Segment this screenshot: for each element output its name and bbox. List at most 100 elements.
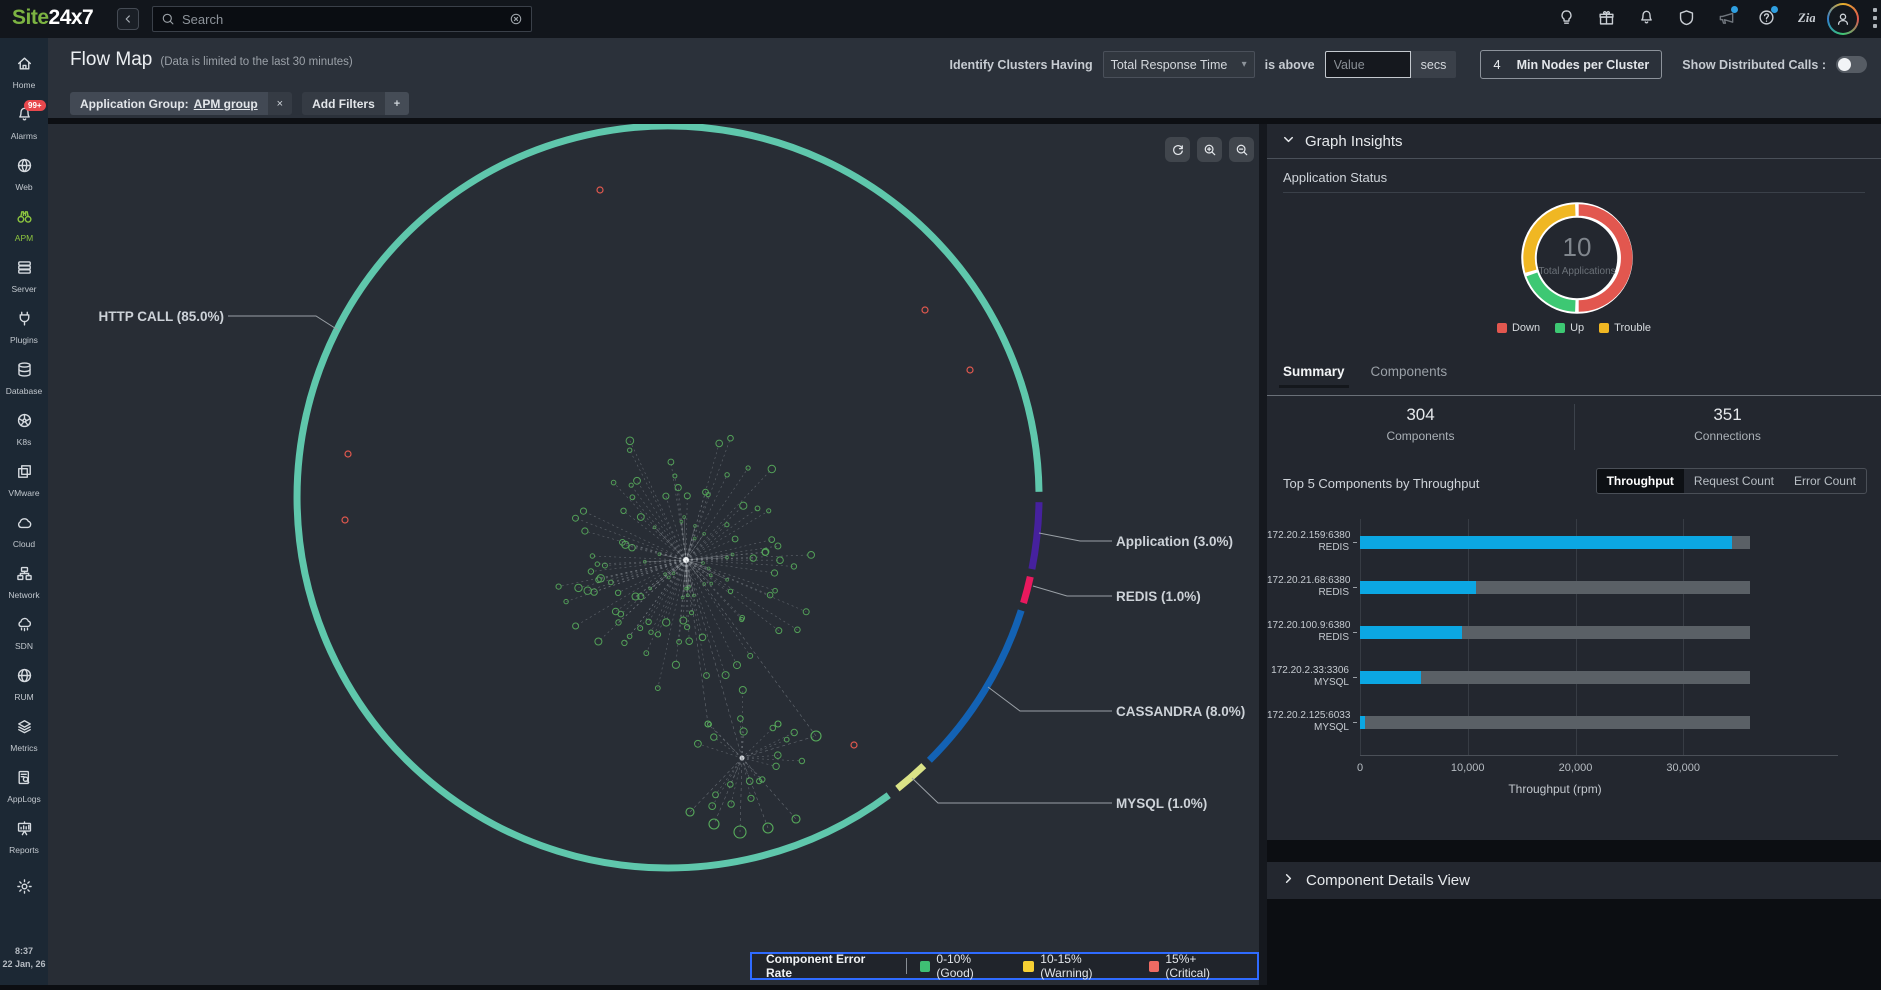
user-avatar[interactable]: [1827, 3, 1859, 35]
mode-error-count[interactable]: Error Count: [1784, 469, 1866, 493]
sidebar-item-applogs[interactable]: AppLogs: [0, 761, 48, 812]
add-filter-button[interactable]: +: [385, 92, 409, 115]
tab-summary[interactable]: Summary: [1283, 364, 1345, 388]
sidebar-item-database[interactable]: Database: [0, 353, 48, 404]
component-node[interactable]: [629, 483, 633, 487]
bar-row[interactable]: 172.20.2.159:6380REDIS: [1267, 525, 1865, 561]
sidebar-item-plugins[interactable]: Plugins: [0, 302, 48, 353]
divider: [906, 958, 907, 974]
bar-value[interactable]: [1360, 671, 1421, 684]
sidebar-item-rum[interactable]: RUM: [0, 659, 48, 710]
site24x7-logo[interactable]: Site24x7: [12, 6, 93, 30]
sidebar-item-home[interactable]: Home: [0, 47, 48, 98]
component-node[interactable]: [757, 779, 762, 784]
sidebar-item-network[interactable]: Network: [0, 557, 48, 608]
component-node[interactable]: [591, 589, 597, 595]
min-nodes-control[interactable]: 4 Min Nodes per Cluster: [1480, 50, 1662, 79]
sidebar-item-vmware[interactable]: VMware: [0, 455, 48, 506]
sidebar-item-k8s[interactable]: K8s: [0, 404, 48, 455]
error-component-node[interactable]: [342, 517, 348, 523]
zia-icon[interactable]: Zia: [1798, 9, 1815, 26]
sidebar-item-web[interactable]: Web: [0, 149, 48, 200]
bar-value[interactable]: [1360, 626, 1462, 639]
mode-request-count[interactable]: Request Count: [1684, 469, 1784, 493]
bar-row[interactable]: 172.20.21.68:6380REDIS: [1267, 570, 1865, 606]
sidebar-item-alarms[interactable]: Alarms99+: [0, 98, 48, 149]
sidebar-item-server[interactable]: Server: [0, 251, 48, 302]
shield-icon[interactable]: [1678, 9, 1695, 26]
flow-arc-http-call[interactable]: [297, 126, 1039, 868]
bell-icon[interactable]: [1638, 9, 1655, 26]
component-node[interactable]: [556, 584, 561, 589]
flow-arc-redis[interactable]: [1024, 577, 1031, 603]
gift-icon[interactable]: [1598, 9, 1615, 26]
component-node[interactable]: [667, 576, 670, 579]
panel-splitter[interactable]: [1259, 124, 1267, 985]
component-node[interactable]: [638, 626, 643, 631]
bar-value[interactable]: [1360, 536, 1732, 549]
error-component-node[interactable]: [922, 307, 928, 313]
component-details-view-header[interactable]: Component Details View: [1267, 862, 1881, 899]
component-node[interactable]: [775, 721, 781, 727]
sidebar-collapse-button[interactable]: [117, 8, 139, 30]
error-component-node[interactable]: [967, 367, 973, 373]
flow-arc-application[interactable]: [1032, 502, 1039, 569]
component-node[interactable]: [740, 502, 747, 509]
error-component-node[interactable]: [851, 742, 857, 748]
application-group-filter-chip[interactable]: Application Group:APM group ×: [70, 92, 292, 115]
bar-row[interactable]: 172.20.2.125:6033MYSQL: [1267, 705, 1865, 741]
sidebar-item-cloud[interactable]: Cloud: [0, 506, 48, 557]
remove-filter-button[interactable]: ×: [268, 92, 292, 115]
megaphone-icon[interactable]: [1718, 9, 1735, 26]
component-node[interactable]: [767, 509, 771, 513]
add-filters-chip[interactable]: Add Filters +: [302, 92, 409, 115]
flow-map-canvas[interactable]: HTTP CALL (85.0%)Application (3.0%)REDIS…: [48, 124, 1259, 985]
sidebar-item-sdn[interactable]: SDN: [0, 608, 48, 659]
component-node[interactable]: [748, 795, 754, 801]
error-component-node[interactable]: [597, 187, 603, 193]
component-node[interactable]: [709, 803, 716, 810]
component-node[interactable]: [655, 686, 660, 691]
bar-row[interactable]: 172.20.2.33:3306MYSQL: [1267, 660, 1865, 696]
component-node[interactable]: [750, 555, 756, 561]
refresh-button[interactable]: [1165, 137, 1190, 162]
bar-row[interactable]: 172.20.100.9:6380REDIS: [1267, 615, 1865, 651]
right-edge-menu[interactable]: [1872, 8, 1878, 28]
filter-group-value[interactable]: APM group: [194, 97, 258, 111]
bar-value[interactable]: [1360, 581, 1476, 594]
component-node[interactable]: [695, 740, 702, 747]
search-input[interactable]: [182, 12, 502, 27]
component-node[interactable]: [762, 549, 768, 555]
bar-value[interactable]: [1360, 716, 1365, 729]
component-node[interactable]: [767, 592, 773, 598]
sidebar-item-settings[interactable]: [0, 863, 48, 914]
show-distributed-toggle[interactable]: [1836, 56, 1867, 73]
component-node[interactable]: [655, 632, 660, 637]
component-node[interactable]: [769, 537, 775, 543]
bulb-icon[interactable]: [1558, 9, 1575, 26]
zoom-out-button[interactable]: [1229, 137, 1254, 162]
tab-components[interactable]: Components: [1371, 364, 1448, 388]
mode-throughput[interactable]: Throughput: [1597, 469, 1684, 493]
graph-insights-header[interactable]: Graph Insights: [1267, 124, 1881, 159]
search-clear-icon[interactable]: [509, 12, 523, 26]
x-axis: [1360, 755, 1838, 756]
help-icon[interactable]: [1758, 9, 1775, 26]
component-node[interactable]: [672, 661, 679, 668]
flow-edge: [666, 496, 686, 560]
component-node[interactable]: [618, 611, 624, 617]
component-node[interactable]: [637, 514, 644, 521]
threshold-value-input[interactable]: [1325, 51, 1411, 78]
flow-edge: [742, 758, 768, 828]
donut-segment-up[interactable]: [1532, 274, 1575, 306]
component-node[interactable]: [595, 562, 599, 566]
zoom-in-button[interactable]: [1197, 137, 1222, 162]
sidebar-item-reports[interactable]: Reports: [0, 812, 48, 863]
flow-edge: [742, 758, 796, 819]
component-node[interactable]: [784, 737, 789, 742]
metric-select[interactable]: Total Response Time ▾: [1103, 51, 1255, 78]
flow-arc-cassandra[interactable]: [929, 610, 1021, 760]
sidebar-item-metrics[interactable]: Metrics: [0, 710, 48, 761]
error-component-node[interactable]: [345, 451, 351, 457]
sidebar-item-apm[interactable]: APM: [0, 200, 48, 251]
